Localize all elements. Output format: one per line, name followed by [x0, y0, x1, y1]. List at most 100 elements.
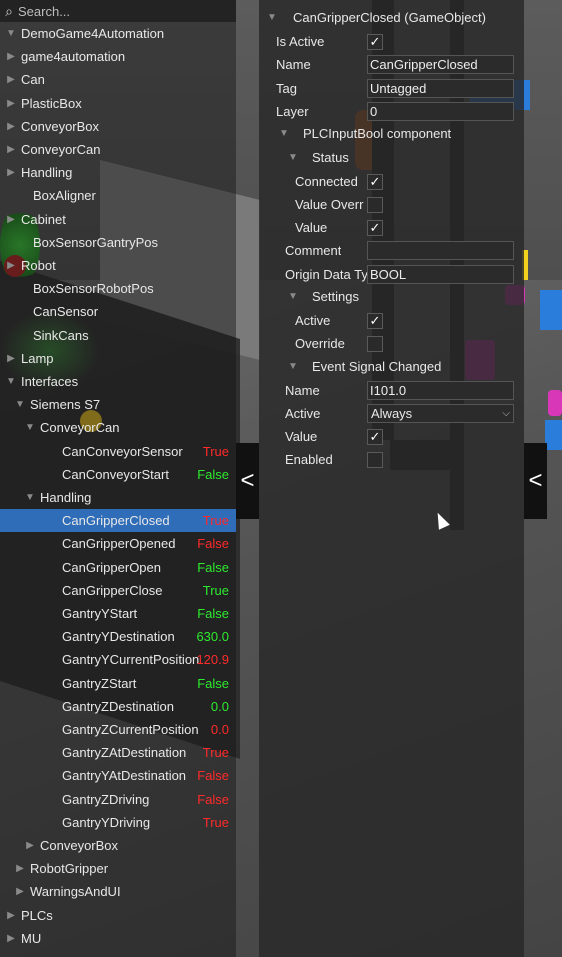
expand-right-icon[interactable]: ▶	[5, 904, 17, 927]
tree-item[interactable]: ▶ Handling	[0, 161, 236, 184]
signal-value: True	[202, 814, 229, 830]
tree-item[interactable]: ▶ RobotGripper	[0, 857, 236, 880]
expand-right-icon[interactable]: ▶	[5, 138, 17, 161]
tree-item[interactable]: ▶ game4automation	[0, 45, 236, 68]
tree-item[interactable]: ▶ ConveyorBox	[0, 115, 236, 138]
inspector-header[interactable]: ▼ CanGripperClosed (GameObject)	[267, 7, 486, 27]
tree-item[interactable]: ▶ Can	[0, 68, 236, 91]
tree-item[interactable]: ▶ WarningsAndUI	[0, 880, 236, 903]
event-active-value: Always	[371, 406, 413, 421]
expand-right-icon[interactable]: ▶	[5, 927, 17, 950]
expand-right-icon[interactable]: ▶	[5, 208, 17, 231]
gameobject-title: CanGripperClosed (GameObject)	[293, 9, 486, 25]
connected-checkbox[interactable]: ✓	[367, 174, 383, 190]
signal-value: False	[197, 768, 229, 784]
tree-item[interactable]: CanGripperClosed True	[0, 509, 236, 533]
tree-item[interactable]: SinkCans	[0, 324, 236, 347]
expand-down-icon[interactable]: ▼	[24, 486, 36, 509]
event-section-header[interactable]: ▼ Event Signal Changed	[288, 356, 441, 376]
active-checkbox[interactable]: ✓	[367, 313, 383, 329]
value-override-checkbox[interactable]	[367, 197, 383, 213]
expand-right-icon	[34, 463, 46, 486]
expand-right-icon[interactable]: ▶	[5, 68, 17, 91]
tree-item[interactable]: GantryZCurrentPosition 0.0	[0, 718, 236, 741]
tree-item[interactable]: BoxSensorGantryPos	[0, 231, 236, 254]
expand-right-icon[interactable]: ▶	[5, 161, 17, 184]
tree-item[interactable]: ▼ DemoGame4Automation	[0, 22, 236, 45]
expand-right-icon[interactable]: ▶	[5, 92, 17, 115]
expand-right-icon[interactable]: ▶	[5, 347, 17, 370]
value-label: Value	[295, 220, 328, 235]
comment-field[interactable]	[367, 241, 514, 260]
tree-item[interactable]: GantryYStart False	[0, 602, 236, 625]
tree-item[interactable]: CanConveyorStart False	[0, 463, 236, 486]
scene-pink-can	[548, 390, 562, 416]
collapse-hierarchy-button[interactable]: <	[236, 443, 259, 519]
tree-item[interactable]: ▶ ConveyorBox	[0, 834, 236, 857]
tree-item[interactable]: CanConveyorSensor True	[0, 440, 236, 463]
tree-item[interactable]: ▶ Lamp	[0, 347, 236, 370]
status-section-header[interactable]: ▼ Status	[288, 147, 349, 167]
tree-item[interactable]: GantryZDriving False	[0, 788, 236, 811]
expand-down-icon[interactable]: ▼	[5, 22, 17, 45]
tree-item-label: GantryYAtDestination	[62, 768, 187, 784]
tree-item[interactable]: GantryYDriving True	[0, 811, 236, 834]
expand-right-icon[interactable]: ▶	[14, 880, 26, 903]
tree-item[interactable]: GantryZAtDestination True	[0, 741, 236, 764]
event-value-checkbox[interactable]: ✓	[367, 429, 383, 445]
tree-item[interactable]: CanGripperOpened False	[0, 532, 236, 555]
component-section-header[interactable]: ▼ PLCInputBool component	[279, 123, 451, 143]
tree-item[interactable]: GantryYCurrentPosition 120.9	[0, 648, 236, 671]
tree-item[interactable]: GantryZDestination 0.0	[0, 695, 236, 718]
status-title: Status	[312, 149, 349, 165]
expand-right-icon[interactable]: ▶	[5, 45, 17, 68]
expand-down-icon[interactable]: ▼	[24, 416, 36, 439]
event-value-label: Value	[285, 429, 318, 444]
tree-item[interactable]: CanSensor	[0, 300, 236, 323]
tree-item[interactable]: ▶ Cabinet	[0, 208, 236, 231]
tree-item[interactable]: GantryYAtDestination False	[0, 764, 236, 787]
event-active-row: Active Always ⌵	[259, 402, 524, 425]
tree-item[interactable]: ▼ Interfaces	[0, 370, 236, 393]
tree-item[interactable]: ▼ Handling	[0, 486, 236, 509]
tree-item[interactable]: GantryZStart False	[0, 672, 236, 695]
tree-item[interactable]: ▶ PlasticBox	[0, 92, 236, 115]
tree-item[interactable]: ▼ Siemens S7	[0, 393, 236, 416]
is-active-row: Is Active ✓	[259, 30, 524, 53]
collapse-triangle-icon: ▼	[288, 360, 298, 372]
tree-item[interactable]: ▶ ConveyorCan	[0, 138, 236, 161]
tree-item[interactable]: ▶ Robot	[0, 254, 236, 277]
expand-down-icon[interactable]: ▼	[5, 370, 17, 393]
tree-item[interactable]: ▼ ConveyorCan	[0, 416, 236, 439]
expand-right-icon[interactable]: ▶	[14, 857, 26, 880]
expand-down-icon[interactable]: ▼	[14, 393, 26, 416]
is-active-checkbox[interactable]: ✓	[367, 34, 383, 50]
search-input[interactable]	[18, 3, 218, 19]
tree-item[interactable]: ▶ MU	[0, 927, 236, 950]
tree-item[interactable]: BoxAligner	[0, 184, 236, 207]
settings-section-header[interactable]: ▼ Settings	[288, 286, 359, 306]
collapse-inspector-button[interactable]: <	[524, 443, 547, 519]
tree-item[interactable]: BoxSensorRobotPos	[0, 277, 236, 300]
tag-label: Tag	[276, 81, 297, 96]
tree-item[interactable]: GantryYDestination 630.0	[0, 625, 236, 648]
expand-right-icon[interactable]: ▶	[5, 115, 17, 138]
expand-right-icon[interactable]: ▶	[24, 834, 36, 857]
name-field[interactable]: CanGripperClosed	[367, 55, 514, 74]
tree-item-label: Cabinet	[21, 211, 66, 227]
value-checkbox[interactable]: ✓	[367, 220, 383, 236]
tree-item-label: PlasticBox	[21, 95, 82, 111]
event-active-dropdown[interactable]: Always ⌵	[367, 404, 514, 423]
expand-right-icon[interactable]: ▶	[5, 254, 17, 277]
layer-row: Layer 0	[259, 100, 524, 123]
tree-item[interactable]: CanGripperOpen False	[0, 556, 236, 579]
tag-field[interactable]: Untagged	[367, 79, 514, 98]
event-enabled-checkbox[interactable]	[367, 452, 383, 468]
expand-right-icon	[5, 231, 17, 254]
event-name-field[interactable]: I101.0	[367, 381, 514, 400]
tree-item[interactable]: ▶ PLCs	[0, 904, 236, 927]
layer-field[interactable]: 0	[367, 102, 514, 121]
tree-item[interactable]: CanGripperClose True	[0, 579, 236, 602]
origin-field[interactable]: BOOL	[367, 265, 514, 284]
override-checkbox[interactable]	[367, 336, 383, 352]
